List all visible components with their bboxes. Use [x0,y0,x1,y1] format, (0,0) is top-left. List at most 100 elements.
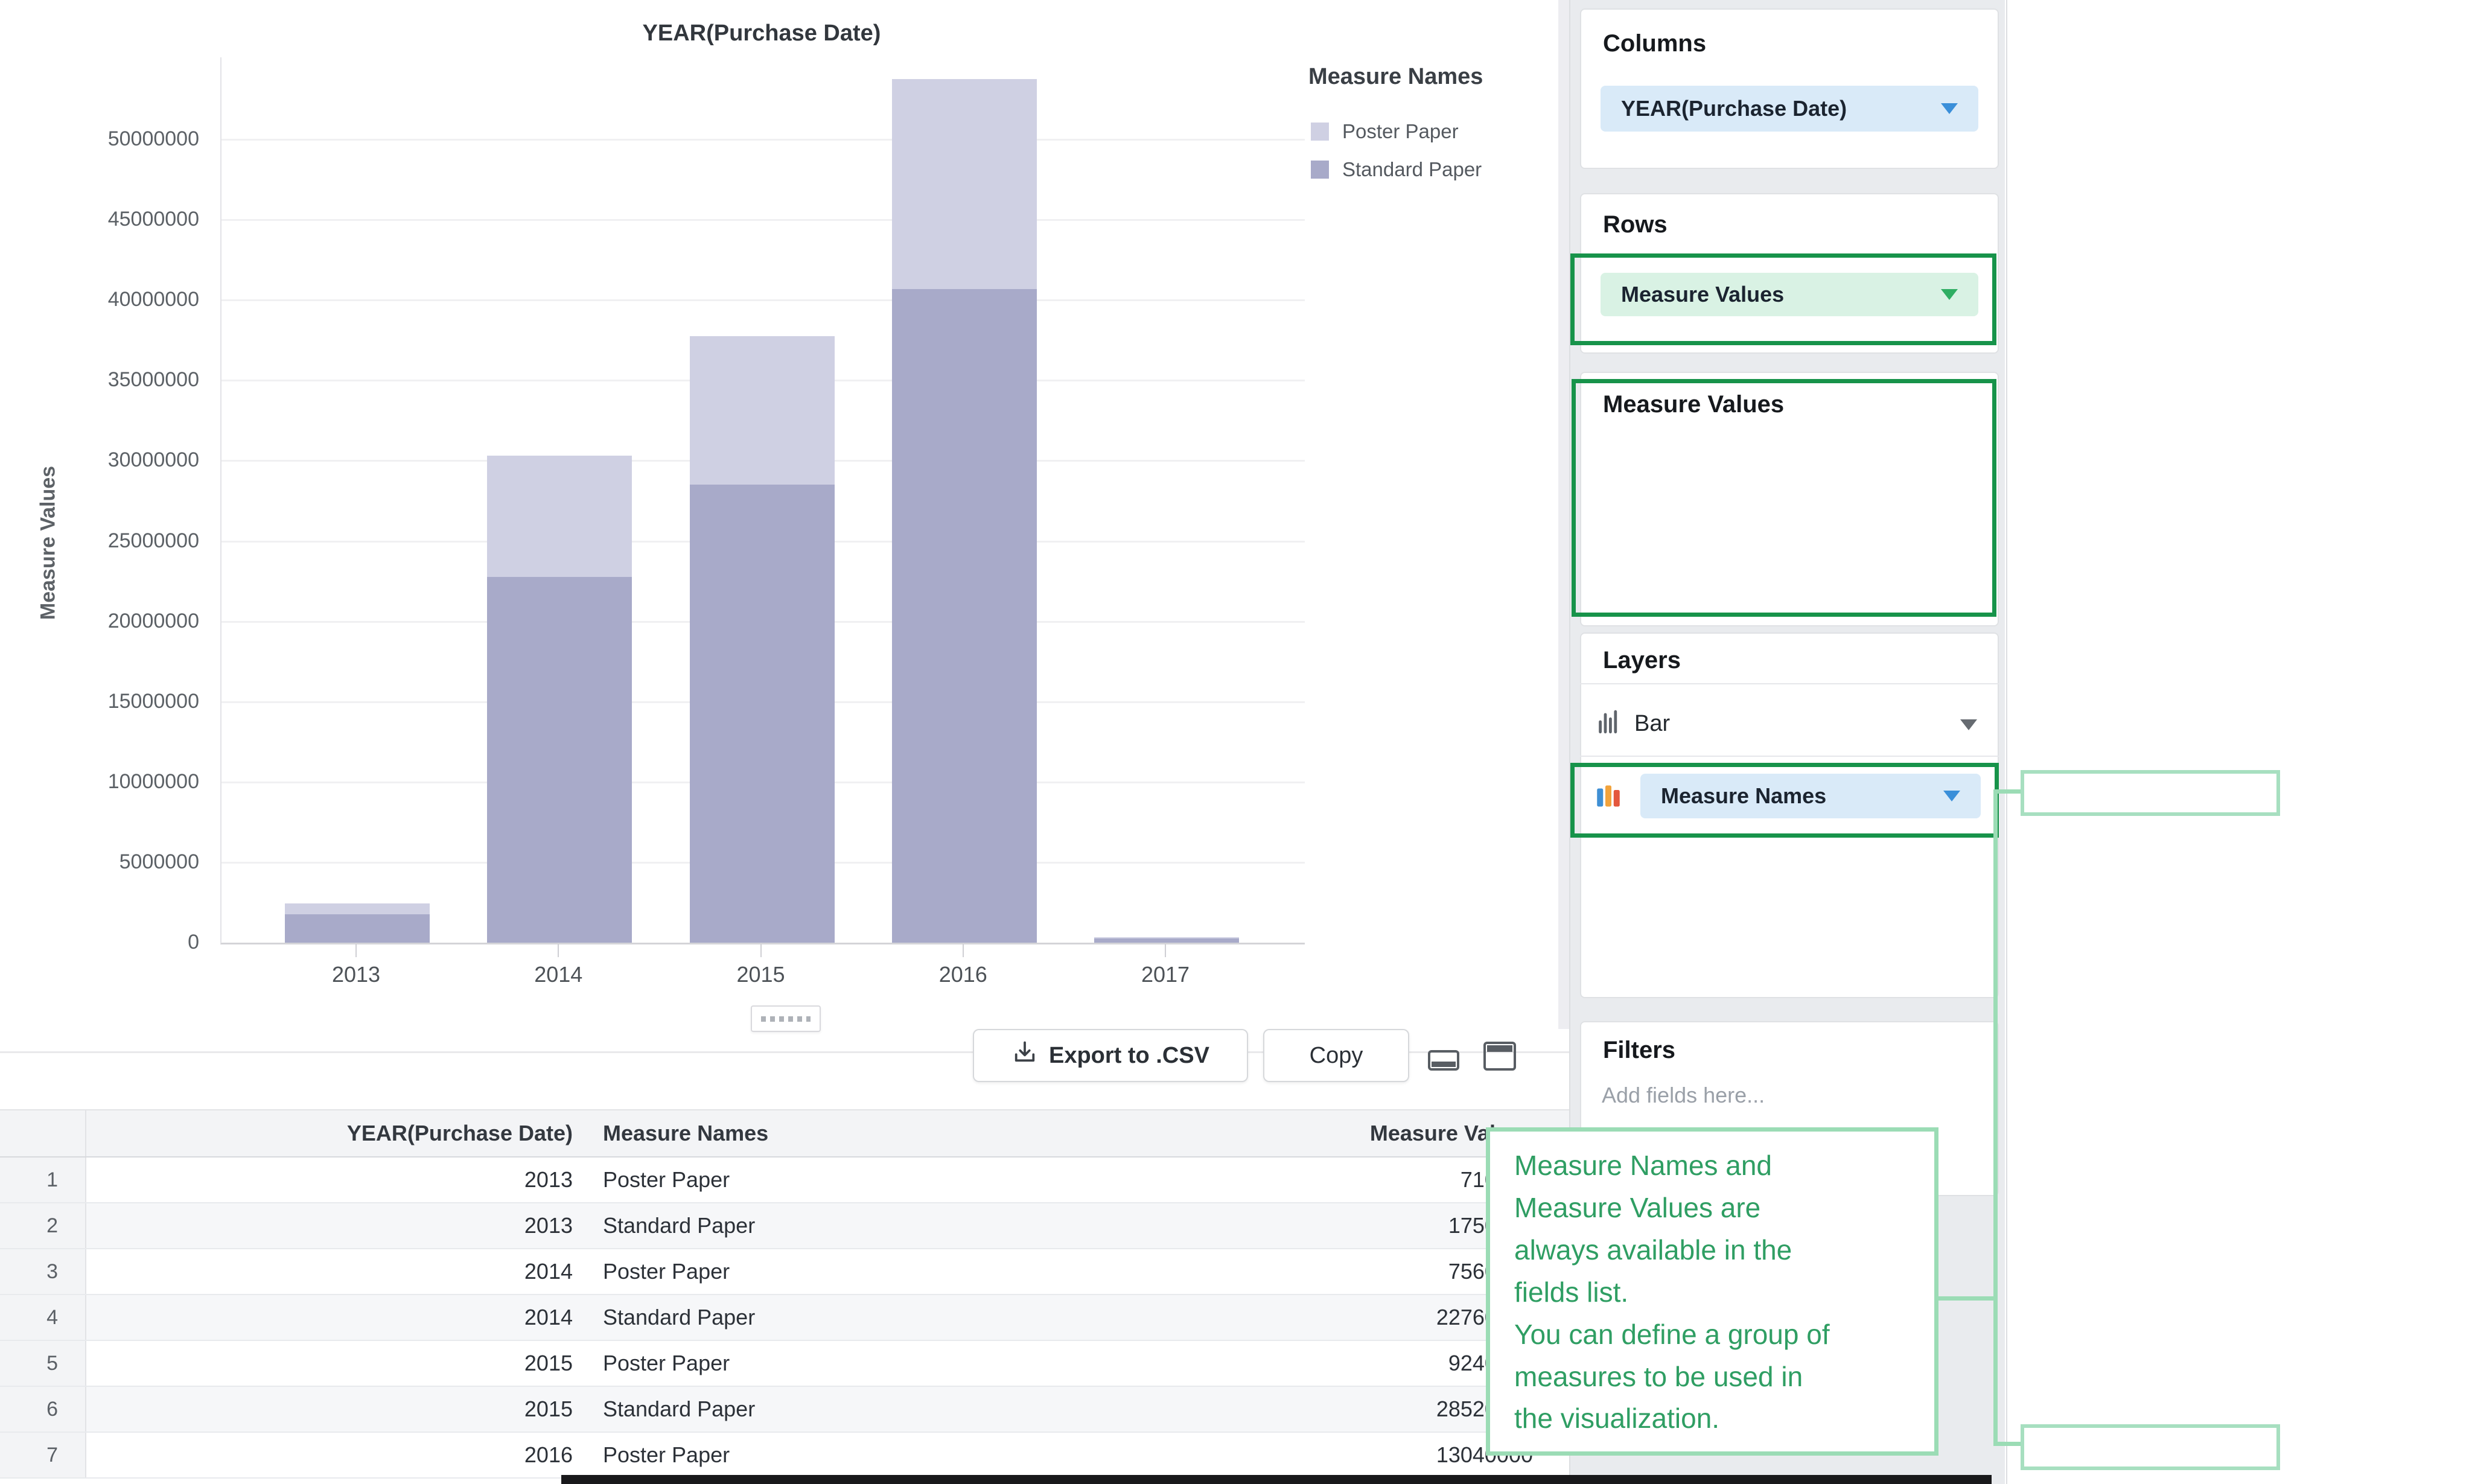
bar-segment-poster-paper[interactable] [892,79,1037,288]
cell-measure-name: Standard Paper [583,1295,1074,1340]
table-row[interactable]: 62015Standard Paper28520000 [0,1387,1569,1433]
annotation-connector-box-stub [1936,1296,1996,1301]
bar-segment-poster-paper[interactable] [487,456,632,577]
columns-pill-year-purchase-date[interactable]: YEAR(Purchase Date) [1601,86,1978,132]
annotation-connector-bottom-stub [1993,1442,2024,1446]
col-header-year[interactable]: YEAR(Purchase Date) [86,1110,583,1156]
export-csv-button[interactable]: Export to .CSV [973,1029,1248,1082]
x-axis-tick [760,944,762,957]
cell-year: 2013 [86,1203,583,1248]
columns-title: Columns [1603,30,1998,57]
layers-title: Layers [1603,647,1998,674]
table-row[interactable]: 12013Poster Paper710000 [0,1158,1569,1203]
y-tick-label: 50000000 [18,127,199,151]
x-axis-tick [1165,944,1166,957]
row-number: 7 [0,1433,86,1477]
cell-year: 2015 [86,1341,583,1386]
horizontal-scrollbar[interactable] [561,1475,1992,1484]
legend-swatch [1311,161,1329,179]
legend-label: Standard Paper [1342,158,1482,181]
table-row[interactable]: 42014Standard Paper22760000 [0,1295,1569,1341]
divider [1580,756,1999,757]
results-table: YEAR(Purchase Date) Measure Names Measur… [0,1109,1569,1479]
cell-measure-name: Standard Paper [583,1203,1074,1248]
x-axis-tick [558,944,559,957]
cell-year: 2014 [86,1295,583,1340]
row-number: 4 [0,1295,86,1340]
drag-dots-icon [761,1016,811,1022]
fields-panel: Data Format FIELDS fx + Dimensions Measu… [2010,0,2472,1484]
bar-segment-poster-paper[interactable] [285,903,430,915]
chart-scrollbar[interactable] [1558,0,1569,1029]
row-number-header [0,1110,86,1156]
row-number: 3 [0,1249,86,1294]
maximize-window-icon[interactable] [1483,1042,1516,1071]
table-body: 12013Poster Paper71000022013Standard Pap… [0,1158,1569,1479]
x-axis-tick [355,944,357,957]
legend-item[interactable]: Poster Paper [1311,119,1459,144]
bar-segment-standard-paper[interactable] [690,485,835,943]
y-tick-label: 10000000 [18,770,199,794]
cell-measure-name: Standard Paper [583,1387,1074,1431]
bar-segment-standard-paper[interactable] [1094,938,1239,943]
annotation-connector-vertical [1993,789,1998,1446]
bar-segment-poster-paper[interactable] [690,336,835,485]
y-tick-label: 20000000 [18,610,199,633]
collapse-panel-icon[interactable] [1428,1050,1459,1071]
cell-year: 2015 [86,1387,583,1431]
chevron-down-icon[interactable] [1941,103,1958,114]
cell-year: 2014 [86,1249,583,1294]
legend-title: Measure Names [1308,64,1483,90]
bar-segment-poster-paper[interactable] [1094,937,1239,939]
y-tick-label: 40000000 [18,288,199,311]
x-axis-label: 2016 [903,962,1024,987]
legend-item[interactable]: Standard Paper [1311,158,1482,182]
cell-measure-name: Poster Paper [583,1433,1074,1477]
bar-segment-standard-paper[interactable] [285,914,430,943]
resize-drag-handle[interactable] [751,1005,821,1032]
legend-swatch [1311,123,1329,141]
col-header-measure-names[interactable]: Measure Names [583,1110,1074,1156]
x-axis-tick [963,944,964,957]
y-tick-label: 30000000 [18,448,199,472]
legend-label: Poster Paper [1342,120,1459,143]
chart-title: YEAR(Purchase Date) [460,21,1063,46]
table-row[interactable]: 52015Poster Paper9240000 [0,1341,1569,1387]
row-number: 2 [0,1203,86,1248]
cell-measure-name: Poster Paper [583,1341,1074,1386]
y-tick-label: 5000000 [18,850,199,874]
table-header-row: YEAR(Purchase Date) Measure Names Measur… [0,1109,1569,1158]
divider [1580,683,1999,684]
row-number: 6 [0,1387,86,1431]
rows-title: Rows [1603,211,1998,238]
field-highlight-box [2021,770,2280,816]
table-row[interactable]: 32014Poster Paper7560000 [0,1249,1569,1295]
y-tick-label: 0 [18,931,199,954]
highlight-rect-color-pill [1570,763,1999,838]
y-tick-label: 15000000 [18,690,199,713]
cell-year: 2013 [86,1158,583,1202]
annotation-note: Measure Names and Measure Values are alw… [1486,1127,1938,1456]
table-row[interactable]: 22013Standard Paper1750000 [0,1203,1569,1249]
row-number: 1 [0,1158,86,1202]
field-highlight-box [2021,1424,2280,1470]
bar-segment-standard-paper[interactable] [487,577,632,943]
annotation-connector-top-stub [1993,789,2024,794]
export-csv-label: Export to .CSV [1049,1043,1209,1069]
x-axis-label: 2015 [701,962,821,987]
filters-title: Filters [1603,1037,1998,1064]
y-tick-label: 35000000 [18,368,199,392]
chart-panel: YEAR(Purchase Date) Measure Values Measu… [0,0,1569,1109]
bar-segment-standard-paper[interactable] [892,289,1037,943]
chevron-down-icon[interactable] [1960,719,1977,730]
filters-placeholder[interactable]: Add fields here... [1602,1083,1765,1108]
table-row[interactable]: 72016Poster Paper13040000 [0,1433,1569,1479]
gridline [221,219,1305,221]
panel-divider [2006,0,2007,1484]
download-icon [1011,1039,1038,1072]
copy-button[interactable]: Copy [1263,1029,1409,1082]
gridline [221,299,1305,301]
layer-type-label[interactable]: Bar [1634,711,1670,737]
workbook-ui: YEAR(Purchase Date) Measure Values Measu… [0,0,2472,1484]
row-number: 5 [0,1341,86,1386]
